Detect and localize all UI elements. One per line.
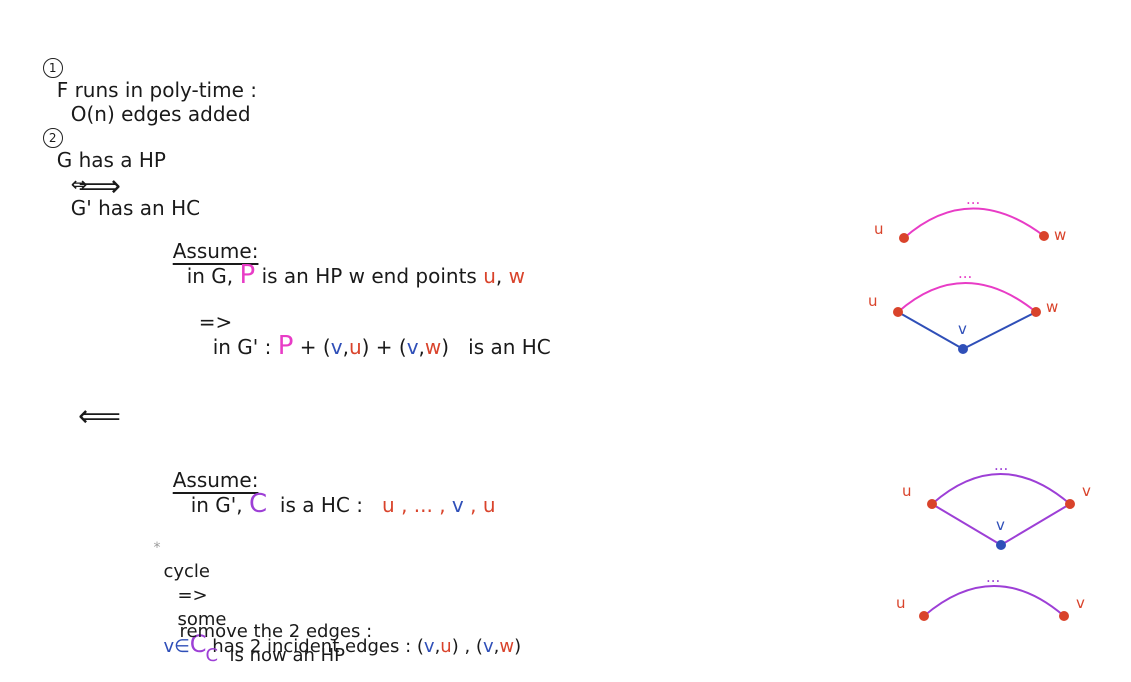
vertex-u: u: [348, 335, 362, 359]
close-paren: ): [514, 636, 522, 657]
diagram-1-right: w: [1054, 226, 1066, 244]
remove-line: remove the 2 edges : C is now an HP: [168, 596, 372, 668]
diagram-1-dots: ...: [966, 190, 980, 208]
diagram-2-right: w: [1046, 298, 1058, 316]
diagram-3-left: u: [902, 482, 912, 500]
diagram-cycle-c: ... u v v: [902, 456, 1091, 550]
diagram-2-mid: v: [958, 320, 967, 338]
backward-assume-label: Assume:: [172, 468, 259, 492]
diagram-4-left: u: [896, 594, 906, 612]
forward-then-text-a: in G' :: [212, 335, 278, 359]
vertex-w: w: [499, 636, 515, 657]
step-1-number: 1: [42, 57, 63, 78]
edge-separator: ) , (: [451, 636, 483, 657]
step-2-number: 2: [42, 127, 63, 148]
vertex-v: v: [406, 335, 419, 359]
backward-assume-line: Assume: in G', C is a HC : u , ... , v ,…: [160, 444, 496, 517]
forward-assume-text-a: in G,: [186, 264, 240, 288]
forward-arrow: ⟹: [78, 169, 122, 204]
vertex-w: w: [424, 335, 442, 359]
forward-then-text-b: + (: [293, 335, 331, 359]
forward-then-text-e: ) is an HC: [441, 335, 551, 359]
cycle-c: C: [205, 645, 219, 666]
path-p-2: P: [277, 331, 294, 361]
diagram-path-uv: ... u v: [896, 568, 1085, 621]
diagram-3-mid: v: [996, 516, 1005, 534]
diagram-1-left: u: [874, 220, 884, 238]
diagram-3-dots: ...: [994, 456, 1008, 474]
remove-end-text: is now an HP: [218, 645, 345, 666]
remove-text: remove the 2 edges :: [179, 621, 373, 642]
vertex-v: v: [482, 636, 494, 657]
diagram-2-left: u: [868, 292, 878, 310]
diagram-3-right: v: [1082, 482, 1091, 500]
diagram-path-uw: ... u w: [874, 190, 1066, 244]
diagram-4-dots: ...: [986, 568, 1000, 586]
forward-assume-line: Assume: in G, P is an HP w end points u,…: [160, 215, 525, 288]
forward-assume-text-b: is an HP w end points: [255, 264, 484, 288]
vertex-u: u: [483, 264, 496, 288]
vertex-w: w: [508, 264, 525, 288]
forward-then-line: => in G' : P + (v,u) + (v,w) is an HC: [186, 286, 551, 359]
forward-then-text-d: ) + (: [361, 335, 407, 359]
diagram-2-dots: ...: [958, 264, 972, 282]
vertex-v: v: [330, 335, 343, 359]
star-marker: *: [153, 540, 161, 556]
implies-arrow: =>: [198, 310, 233, 334]
vertex-v: v: [423, 636, 435, 657]
diagram-4-right: v: [1076, 594, 1085, 612]
vertex-u: u: [440, 636, 452, 657]
diagram-cycle-uvw: ... u w v: [868, 264, 1058, 354]
backward-arrow: ⟸: [78, 399, 122, 434]
step-1-text: F runs in poly-time :: [56, 78, 257, 102]
cycle-word: cycle: [163, 561, 210, 582]
comma: ,: [495, 264, 509, 288]
